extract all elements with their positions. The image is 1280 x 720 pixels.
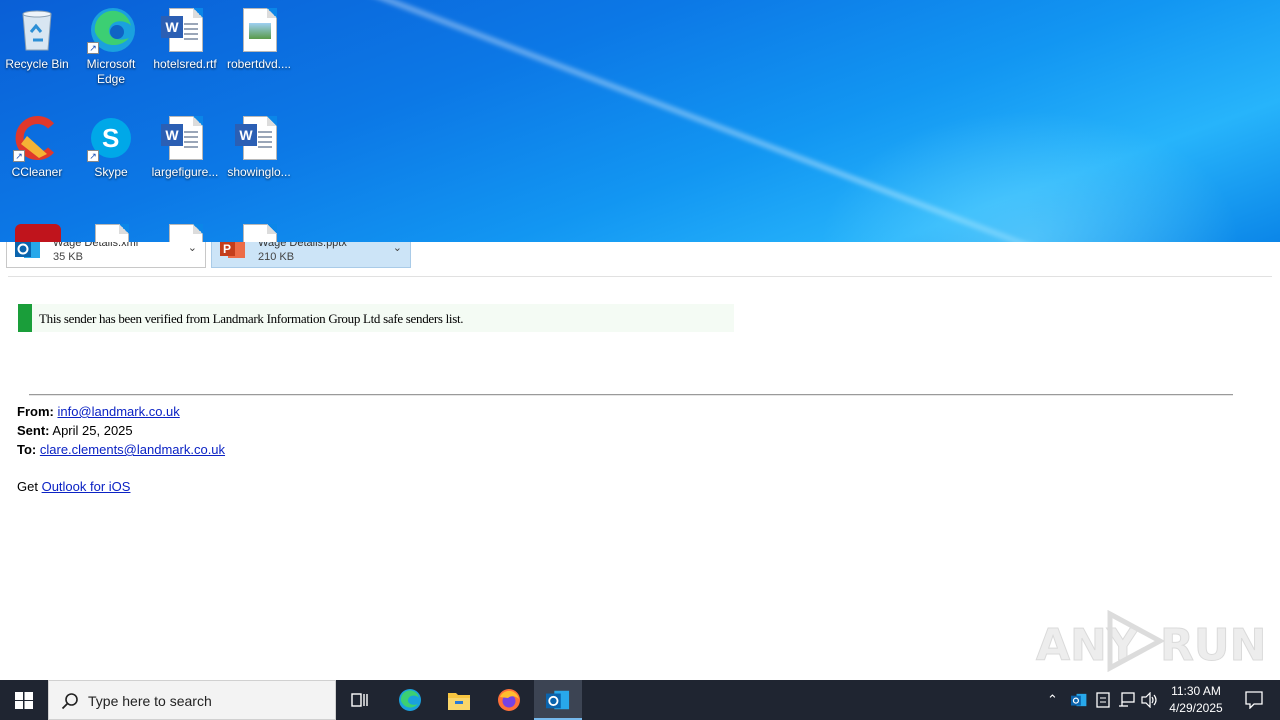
image-file-icon [243,8,277,52]
outlook-icon [546,690,570,710]
file-icon [243,224,277,242]
shortcut-arrow-icon: ↗ [13,150,25,162]
sent-label: Sent: [17,423,50,438]
recycle-bin-icon [22,10,52,51]
attachment-size: 210 KB [258,251,295,263]
shortcut-arrow-icon: ↗ [87,42,99,54]
desktop-icon-label: Microsoft Edge [86,57,136,86]
from-line: From: info@landmark.co.uk [17,404,180,419]
from-label: From: [17,404,54,419]
taskbar: Type here to search ⌃ 11:30 AM 4/29/2025 [0,680,1280,720]
desktop-icon-file-2[interactable] [148,222,222,242]
to-line: To: clare.clements@landmark.co.uk [17,442,225,457]
windows-logo-icon [15,692,33,709]
task-view-icon [351,693,368,707]
get-text: Get [17,479,38,494]
desktop-icon-recycle-bin[interactable]: Recycle Bin [0,6,74,72]
to-email-link[interactable]: clare.clements@landmark.co.uk [40,442,225,457]
chevron-down-icon[interactable]: ⌄ [393,241,402,254]
task-view-button[interactable] [336,680,384,720]
desktop-icon-label: largefigure... [151,165,219,179]
file-icon [169,224,203,242]
desktop-icon-label: robertdvd.... [226,57,292,71]
desktop-icon-label: showinglo... [227,165,291,179]
taskbar-firefox[interactable] [485,680,533,720]
desktop-icon-hotelsred[interactable]: W hotelsred.rtf [148,6,222,72]
sent-value: April 25, 2025 [52,423,133,438]
svg-text:S: S [102,123,119,153]
app-red-icon [15,224,61,242]
desktop-icon-edge[interactable]: ↗ Microsoft Edge [74,6,148,87]
shortcut-arrow-icon: ↗ [87,150,99,162]
desktop-icon-showinglo[interactable]: W showinglo... [222,114,296,180]
network-icon[interactable] [1118,692,1136,708]
chevron-up-icon[interactable]: ⌃ [1047,692,1058,708]
outlook-ios-link[interactable]: Outlook for iOS [42,479,131,494]
system-clock[interactable]: 11:30 AM 4/29/2025 [1160,683,1232,717]
desktop-icon-ccleaner[interactable]: ↗ CCleaner [0,114,74,180]
word-badge-icon: W [161,16,183,38]
desktop-icon-skype[interactable]: S ↗ Skype [74,114,148,180]
file-icon [95,224,129,242]
volume-icon[interactable] [1141,692,1159,708]
attachment-size: 35 KB [53,251,83,263]
desktop-icon-robertdvd[interactable]: robertdvd.... [222,6,296,72]
desktop: Recycle Bin ↗ Microsoft Edge W hotelsred… [0,0,1280,242]
desktop-icon-label: CCleaner [11,165,63,179]
svg-text:P: P [223,242,231,256]
wallpaper-glow [820,110,1240,242]
taskbar-outlook[interactable] [534,680,582,720]
search-placeholder: Type here to search [88,693,212,709]
desktop-icon-app-red[interactable] [0,222,74,242]
chevron-down-icon[interactable]: ⌄ [188,241,197,254]
desktop-icon-label: Recycle Bin [5,57,69,71]
banner-accent-bar [18,304,32,332]
play-icon [1107,610,1164,672]
taskbar-search-box[interactable]: Type here to search [48,680,336,720]
word-badge-icon: W [161,124,183,146]
forward-separator [29,394,1233,396]
banner-text: This sender has been verified from Landm… [39,311,464,326]
watermark-right: RUN [1159,620,1267,672]
from-email-link[interactable]: info@landmark.co.uk [57,404,179,419]
desktop-icon-file-1[interactable] [74,222,148,242]
clock-time: 11:30 AM [1171,684,1221,698]
action-center-button[interactable] [1236,680,1272,720]
to-label: To: [17,442,37,457]
start-button[interactable] [0,680,48,720]
input-method-icon[interactable] [1096,692,1110,708]
divider [8,276,1272,277]
notification-icon [1245,691,1263,709]
outlook-tray-icon[interactable] [1071,692,1087,708]
taskbar-file-explorer[interactable] [435,680,483,720]
body-get-line: Get Outlook for iOS [17,479,130,494]
clock-date: 4/29/2025 [1169,701,1223,715]
desktop-icon-label: Skype [94,165,128,179]
desktop-icon-largefigure[interactable]: W largefigure... [148,114,222,180]
desktop-icon-label: hotelsred.rtf [153,57,217,71]
word-badge-icon: W [235,124,257,146]
folder-icon [448,693,470,710]
desktop-icon-file-3[interactable] [222,222,296,242]
anyrun-watermark: ANY RUN [1036,606,1267,672]
sent-line: Sent: April 25, 2025 [17,423,133,438]
search-icon [61,693,78,710]
firefox-icon [498,689,520,711]
edge-icon [399,689,421,711]
safe-sender-banner: This sender has been verified from Landm… [18,304,734,332]
taskbar-edge[interactable] [386,680,434,720]
